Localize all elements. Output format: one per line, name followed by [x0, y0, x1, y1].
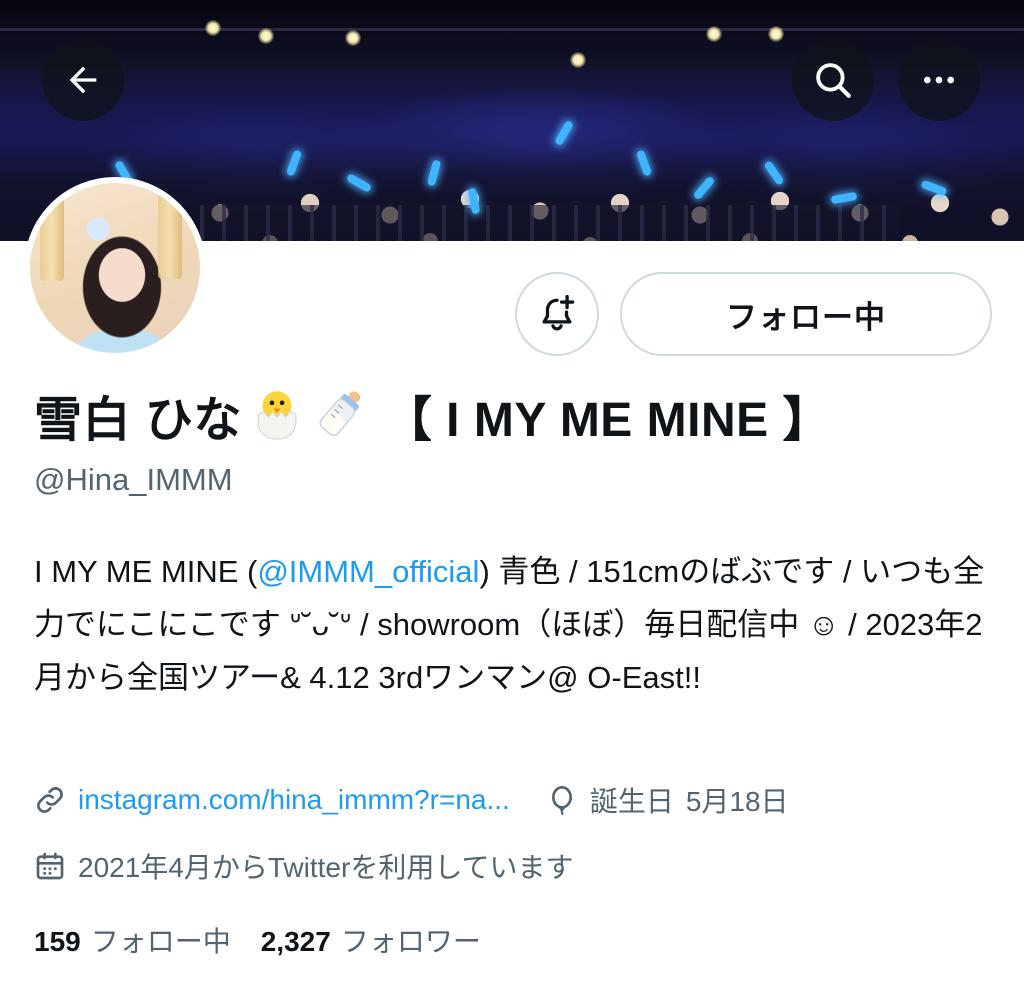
joined-row: 2021年4月からTwitterを利用しています	[34, 844, 573, 888]
back-button[interactable]	[42, 39, 124, 121]
joined-date: 2021年4月からTwitterを利用しています	[78, 852, 574, 883]
banner-ceiling	[0, 0, 1024, 70]
hatching-chick-emoji	[248, 384, 306, 447]
birthday-label: 誕生日	[589, 786, 674, 817]
bio-prefix: I MY ME MINE (	[34, 554, 258, 589]
profile-bio: I MY ME MINE (@IMMM_official) 青色 / 151cm…	[34, 545, 998, 704]
search-button[interactable]	[792, 39, 874, 121]
stage-light	[570, 52, 586, 68]
birthday-value: 5月18日	[685, 786, 789, 817]
following-count: 159	[34, 926, 81, 957]
stage-light	[205, 20, 221, 36]
notification-bell-button[interactable]	[515, 272, 599, 356]
profile-avatar[interactable]	[24, 177, 206, 359]
group-name: 【 I MY ME MINE 】	[383, 394, 831, 447]
more-button[interactable]	[898, 39, 980, 121]
followers-stat[interactable]: 2,327 フォロワー	[261, 920, 481, 960]
stage-light	[706, 26, 722, 42]
followers-label: フォロワー	[340, 926, 481, 957]
balloon-icon	[551, 786, 572, 816]
link-icon	[37, 787, 63, 813]
baby-bottle-emoji	[312, 384, 370, 447]
follow-stats: 159 フォロー中 2,327 フォロワー	[34, 918, 481, 962]
following-button[interactable]: フォロー中	[620, 272, 992, 356]
banner-barrier	[200, 205, 900, 241]
following-stat[interactable]: 159 フォロー中	[34, 920, 231, 960]
avatar-background-frame	[158, 189, 182, 279]
stage-light	[768, 26, 784, 42]
display-name-row: 雪白 ひな 【 I MY ME MINE 】	[34, 380, 831, 450]
banner-truss	[0, 28, 1024, 31]
profile-page: フォロー中 雪白 ひな 【 I MY ME MINE 】 @Hina_IMMM …	[0, 0, 1024, 1004]
bell-plus-icon	[542, 294, 575, 331]
followers-count: 2,327	[260, 926, 331, 957]
stage-light	[258, 28, 274, 44]
website-link[interactable]: instagram.com/hina_immm?r=na...	[78, 784, 510, 816]
following-label: フォロー中	[90, 926, 231, 957]
profile-meta-row: instagram.com/hina_immm?r=na... 誕生日 5月18…	[34, 778, 789, 822]
calendar-icon	[36, 852, 64, 880]
stage-light	[345, 30, 361, 46]
display-name: 雪白 ひな	[34, 394, 242, 447]
more-horizontal-icon	[924, 76, 954, 84]
bio-mention-link[interactable]: @IMMM_official	[257, 554, 479, 589]
arrow-left-icon	[69, 66, 97, 94]
birthday: 誕生日 5月18日	[546, 780, 789, 820]
avatar-background-frame	[40, 191, 64, 281]
profile-handle: @Hina_IMMM	[34, 462, 233, 497]
search-icon	[816, 63, 851, 98]
